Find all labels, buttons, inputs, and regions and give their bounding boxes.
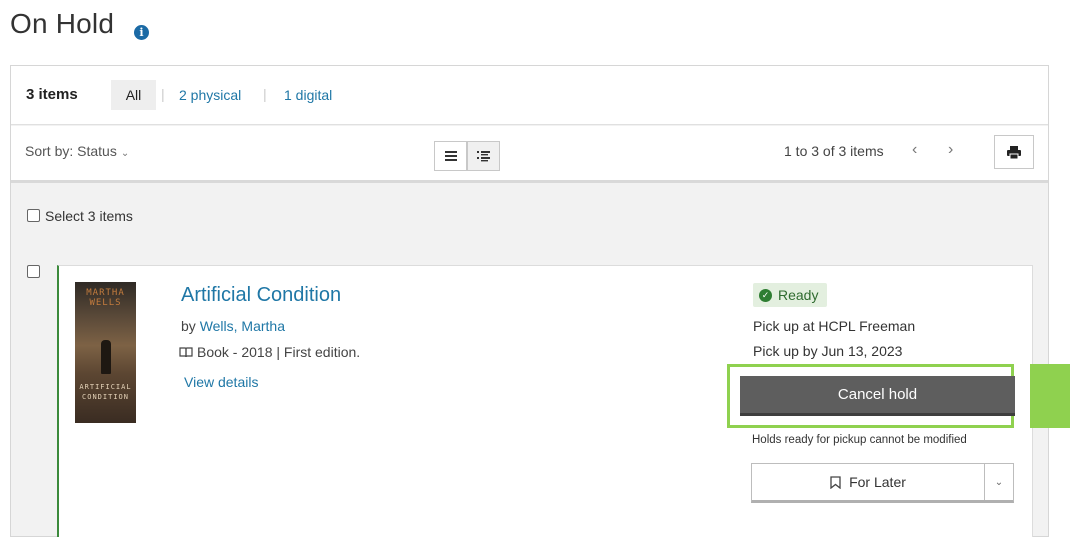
item-count: 3 items bbox=[26, 86, 78, 103]
book-cover[interactable]: MARTHA WELLS ARTIFICIAL CONDITION bbox=[75, 282, 136, 423]
print-icon bbox=[1007, 145, 1021, 159]
cover-title-text: ARTIFICIAL CONDITION bbox=[79, 383, 132, 401]
pickup-location: Pick up at HCPL Freeman bbox=[753, 318, 916, 334]
print-button[interactable] bbox=[994, 135, 1034, 169]
item-author: by Wells, Martha bbox=[181, 318, 285, 334]
separator: | bbox=[161, 86, 165, 102]
for-later-button[interactable]: For Later bbox=[752, 464, 985, 500]
filter-bar: 3 items All | 2 physical | 1 digital bbox=[11, 66, 1048, 125]
chevron-down-icon: ⌄ bbox=[994, 476, 1004, 488]
separator: | bbox=[263, 86, 267, 102]
select-all-label: Select 3 items bbox=[45, 208, 133, 224]
for-later-split-button: For Later ⌄ bbox=[751, 463, 1014, 503]
item-checkbox[interactable] bbox=[27, 265, 40, 278]
item-format-text: Book - 2018 | First edition. bbox=[197, 344, 361, 360]
chevron-down-icon: ⌄ bbox=[120, 148, 130, 159]
pager-text: 1 to 3 of 3 items bbox=[784, 143, 884, 159]
tab-digital[interactable]: 1 digital bbox=[284, 87, 332, 103]
author-link[interactable]: Wells, Martha bbox=[200, 318, 285, 334]
book-icon bbox=[179, 346, 193, 357]
prev-page-button[interactable]: ‹ bbox=[912, 141, 917, 159]
page-title: On Hold bbox=[10, 8, 115, 39]
status-text: Ready bbox=[778, 287, 819, 303]
modify-note: Holds ready for pickup cannot be modifie… bbox=[752, 434, 967, 446]
tab-all[interactable]: All bbox=[111, 80, 156, 110]
info-icon[interactable]: i bbox=[134, 25, 149, 40]
check-circle-icon: ✓ bbox=[759, 288, 772, 302]
highlight-marker bbox=[1030, 364, 1070, 428]
pickup-by-date: Pick up by Jun 13, 2023 bbox=[753, 343, 903, 359]
view-details-link[interactable]: View details bbox=[184, 374, 258, 390]
sort-dropdown[interactable]: Sort by: Status ⌄ bbox=[25, 143, 129, 159]
cancel-hold-button[interactable]: Cancel hold bbox=[740, 376, 1015, 416]
cover-figure bbox=[101, 340, 111, 374]
author-prefix: by bbox=[181, 318, 196, 334]
next-page-button[interactable]: › bbox=[948, 141, 953, 159]
for-later-dropdown[interactable]: ⌄ bbox=[985, 464, 1013, 500]
tab-physical[interactable]: 2 physical bbox=[179, 87, 241, 103]
list-view-button[interactable] bbox=[434, 141, 467, 171]
list-view-icon bbox=[444, 151, 457, 161]
cover-author-text: MARTHA WELLS bbox=[86, 288, 125, 308]
sort-bar: Sort by: Status ⌄ 1 to 3 of 3 items ‹ › bbox=[11, 126, 1048, 183]
select-all-checkbox[interactable] bbox=[27, 209, 40, 222]
sort-label: Sort by: Status bbox=[25, 143, 117, 159]
detail-view-icon bbox=[477, 150, 490, 161]
detail-view-button[interactable] bbox=[467, 141, 500, 171]
bookmark-icon bbox=[830, 475, 841, 489]
item-title-link[interactable]: Artificial Condition bbox=[181, 284, 341, 307]
for-later-label: For Later bbox=[849, 474, 906, 490]
item-format: Book - 2018 | First edition. bbox=[179, 344, 360, 360]
status-badge: ✓ Ready bbox=[753, 283, 828, 307]
